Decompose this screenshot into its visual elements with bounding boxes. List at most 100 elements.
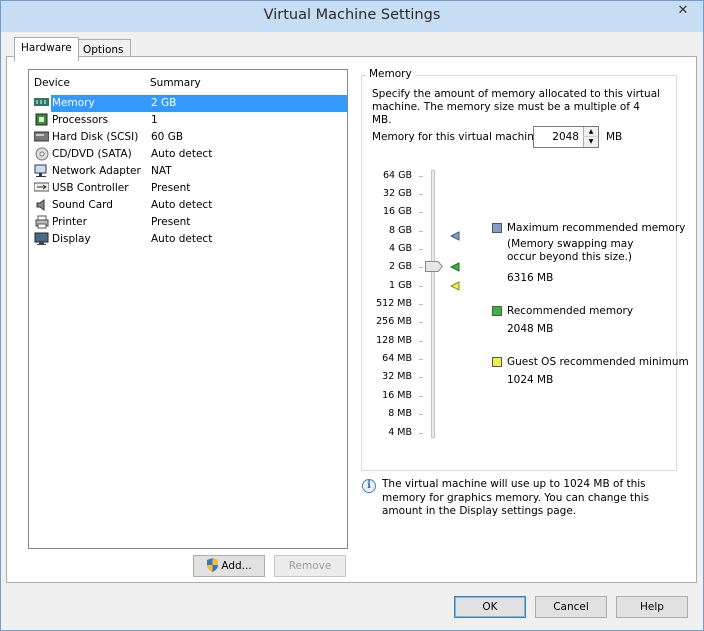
max-recommended-note: (Memory swapping may occur beyond this s… <box>507 238 634 263</box>
scale-label: 128 MB <box>376 335 412 346</box>
device-name: Sound Card <box>52 199 113 211</box>
cd-dvd-icon <box>34 147 49 161</box>
tab-hardware[interactable]: Hardware <box>14 37 79 61</box>
list-item-sound-card[interactable]: Sound Card Auto detect <box>31 197 347 214</box>
list-item-cd-dvd[interactable]: CD/DVD (SATA) Auto detect <box>31 146 347 163</box>
usb-icon <box>33 181 50 195</box>
scale-tick <box>419 194 423 195</box>
guest-min-swatch <box>492 357 502 367</box>
scale-label: 64 MB <box>382 353 412 364</box>
device-name: Network Adapter <box>52 165 141 177</box>
help-button[interactable]: Help <box>616 596 688 618</box>
scale-label: 32 MB <box>382 371 412 382</box>
guest-min-value: 1024 MB <box>507 374 554 386</box>
list-item-printer[interactable]: Printer Present <box>31 214 347 231</box>
memory-stepper[interactable]: ▲ ▼ <box>533 126 599 148</box>
max-recommended-label: Maximum recommended memory <box>507 222 686 234</box>
scale-label: 2 GB <box>389 261 412 272</box>
scale-tick <box>419 231 423 232</box>
scale-label: 256 MB <box>376 316 412 327</box>
scale-tick <box>419 212 423 213</box>
memory-slider-thumb[interactable] <box>425 261 444 272</box>
list-item-usb-controller[interactable]: USB Controller Present <box>31 180 347 197</box>
scale-label: 16 MB <box>382 390 412 401</box>
guest-min-label: Guest OS recommended minimum <box>507 356 689 368</box>
max-recommended-value: 6316 MB <box>507 272 554 284</box>
network-adapter-icon <box>34 164 49 178</box>
title-bar[interactable]: Virtual Machine Settings ✕ <box>1 1 703 32</box>
device-name: Printer <box>52 216 87 228</box>
max-recommended-swatch <box>492 223 502 233</box>
list-item-network-adapter[interactable]: Network Adapter NAT <box>31 163 347 180</box>
recommended-swatch <box>492 306 502 316</box>
stepper-up-icon[interactable]: ▲ <box>583 127 598 137</box>
device-list[interactable]: Device Summary Memory 2 GB Processors 1 … <box>28 69 348 549</box>
uac-shield-icon <box>206 558 219 579</box>
scale-label: 16 GB <box>383 206 412 217</box>
column-header-summary[interactable]: Summary <box>150 77 201 89</box>
display-icon <box>34 232 49 246</box>
device-summary: Present <box>151 216 191 228</box>
device-name: USB Controller <box>52 182 129 194</box>
scale-tick <box>419 286 423 287</box>
scale-label: 8 GB <box>389 225 412 236</box>
add-button-label: Add... <box>221 560 252 572</box>
sound-card-icon <box>34 198 49 212</box>
window-title: Virtual Machine Settings <box>263 7 441 23</box>
graphics-memory-info: The virtual machine will use up to 1024 … <box>382 478 650 517</box>
device-name: Processors <box>52 114 109 126</box>
scale-tick <box>419 377 423 378</box>
scale-label: 32 GB <box>383 188 412 199</box>
device-summary: Auto detect <box>151 199 213 211</box>
column-header-device[interactable]: Device <box>34 77 70 89</box>
scale-tick <box>419 304 423 305</box>
scale-tick <box>419 267 423 268</box>
stepper-down-icon[interactable]: ▼ <box>583 137 598 147</box>
guest-min-marker-icon <box>449 281 460 291</box>
device-name: Hard Disk (SCSI) <box>52 131 139 143</box>
memory-slider-track[interactable] <box>431 170 435 438</box>
recommended-marker-icon <box>449 262 460 272</box>
device-summary: 2 GB <box>149 95 347 112</box>
scale-label: 1 GB <box>389 280 412 291</box>
scale-tick <box>419 249 423 250</box>
recommended-label: Recommended memory <box>507 305 634 317</box>
device-summary: Present <box>151 182 191 194</box>
device-summary: 1 <box>151 114 158 126</box>
memory-group-label: Memory <box>366 68 415 80</box>
memory-field-label: Memory for this virtual machine: <box>372 131 544 143</box>
scale-label: 8 MB <box>388 408 412 419</box>
remove-button[interactable]: Remove <box>274 555 346 577</box>
scale-tick <box>419 414 423 415</box>
scale-label: 512 MB <box>376 298 412 309</box>
scale-tick <box>419 341 423 342</box>
memory-unit: MB <box>606 131 623 143</box>
memory-input[interactable] <box>534 127 582 147</box>
scale-tick <box>419 322 423 323</box>
cancel-button[interactable]: Cancel <box>535 596 607 618</box>
memory-icon <box>34 96 49 110</box>
recommended-value: 2048 MB <box>507 323 554 335</box>
add-button[interactable]: Add... <box>193 555 265 577</box>
scale-label: 4 GB <box>389 243 412 254</box>
device-name: Display <box>52 233 91 245</box>
scale-label: 4 MB <box>388 427 412 438</box>
ok-button[interactable]: OK <box>454 596 526 618</box>
close-icon: ✕ <box>677 3 689 18</box>
scale-label: 64 GB <box>383 170 412 181</box>
close-button[interactable]: ✕ <box>666 1 700 21</box>
device-summary: Auto detect <box>151 148 213 160</box>
printer-icon <box>34 215 49 229</box>
device-name: CD/DVD (SATA) <box>52 148 132 160</box>
list-item-display[interactable]: Display Auto detect <box>31 231 347 248</box>
list-item-hard-disk[interactable]: Hard Disk (SCSI) 60 GB <box>31 129 347 146</box>
device-summary: 60 GB <box>151 131 184 143</box>
info-icon: i <box>362 479 376 493</box>
processor-icon <box>34 113 49 127</box>
max-recommended-marker-icon <box>449 231 460 241</box>
scale-tick <box>419 359 423 360</box>
hard-disk-icon <box>33 130 50 144</box>
list-item-memory[interactable]: Memory 2 GB <box>31 95 347 112</box>
device-name: Memory <box>51 95 149 112</box>
list-item-processors[interactable]: Processors 1 <box>31 112 347 129</box>
